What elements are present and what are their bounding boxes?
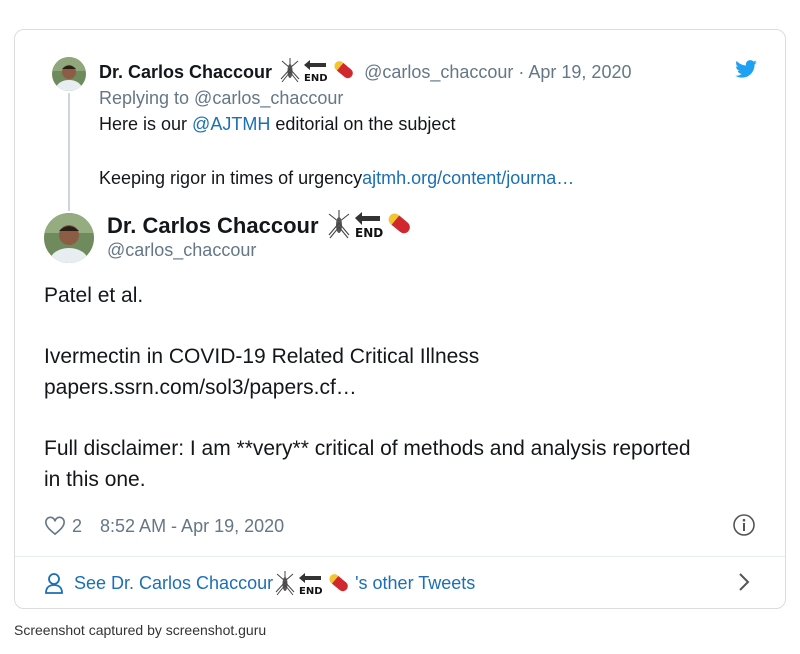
person-icon bbox=[45, 573, 63, 594]
thread-connector-line bbox=[68, 93, 70, 211]
parent-author-name[interactable]: Dr. Carlos Chaccour bbox=[99, 62, 272, 83]
chevron-right-icon[interactable] bbox=[735, 571, 753, 593]
screenshot-caption: Screenshot captured by screenshot.guru bbox=[14, 622, 267, 638]
author-emoji-group: END bbox=[325, 209, 417, 244]
main-name-row: Dr. Carlos Chaccour END bbox=[107, 209, 417, 244]
svg-text:END: END bbox=[355, 226, 383, 239]
parent-text-line1: Here is our @AJTMH editorial on the subj… bbox=[99, 114, 455, 135]
tweet-text-line5: in this one. bbox=[44, 468, 146, 491]
twitter-bird-icon[interactable] bbox=[735, 60, 757, 78]
tweet-text-line2: Ivermectin in COVID-19 Related Critical … bbox=[44, 345, 480, 368]
replying-to-label[interactable]: Replying to @carlos_chaccour bbox=[99, 88, 343, 109]
pill-icon bbox=[329, 574, 348, 592]
mosquito-icon bbox=[275, 571, 295, 596]
end-arrow-icon: END bbox=[354, 211, 383, 240]
svg-text:END: END bbox=[299, 586, 323, 596]
parent-author-avatar[interactable] bbox=[52, 57, 86, 91]
main-author-handle[interactable]: @carlos_chaccour bbox=[107, 240, 256, 261]
ajtmh-article-link[interactable]: ajtmh.org/content/journa… bbox=[362, 168, 574, 188]
see-other-suffix: 's other Tweets bbox=[355, 572, 476, 593]
tweet-timestamp[interactable]: 8:52 AM - Apr 19, 2020 bbox=[100, 516, 284, 537]
parent-text-suffix: editorial on the subject bbox=[270, 114, 456, 134]
tweet-text-line4: Full disclaimer: I am **very** critical … bbox=[44, 437, 691, 460]
parent-header: Dr. Carlos Chaccour END @carlos_chaccour… bbox=[99, 57, 631, 84]
main-author-avatar[interactable] bbox=[44, 213, 94, 263]
info-icon[interactable] bbox=[732, 513, 756, 537]
author-emoji-group: END bbox=[278, 57, 360, 88]
embedded-tweet-card: Dr. Carlos Chaccour END @carlos_chaccour… bbox=[14, 29, 786, 609]
main-author-name[interactable]: Dr. Carlos Chaccour bbox=[107, 213, 319, 239]
end-arrow-icon: END bbox=[304, 59, 328, 84]
ssrn-paper-link[interactable]: papers.ssrn.com/sol3/papers.cf… bbox=[44, 376, 357, 400]
ajtmh-mention-link[interactable]: @AJTMH bbox=[192, 114, 270, 134]
see-other-prefix: See Dr. Carlos Chaccour bbox=[74, 572, 274, 593]
tweet-text-line1: Patel et al. bbox=[44, 284, 144, 307]
mosquito-icon bbox=[328, 209, 349, 238]
tweet-footer: 2 8:52 AM - Apr 19, 2020 bbox=[44, 513, 284, 539]
svg-text:END: END bbox=[304, 73, 328, 83]
pill-icon bbox=[334, 60, 353, 78]
card-divider bbox=[15, 556, 785, 557]
end-arrow-icon: END bbox=[299, 573, 323, 596]
mosquito-icon bbox=[280, 57, 300, 82]
like-count[interactable]: 2 bbox=[72, 516, 82, 537]
parent-text-prefix: Here is our bbox=[99, 114, 193, 134]
parent-article-title: Keeping rigor in times of urgency bbox=[99, 168, 363, 188]
see-other-tweets-link[interactable]: See Dr. Carlos Chaccour END 's other Twe… bbox=[44, 570, 475, 596]
parent-text-line2: Keeping rigor in times of urgencyajtmh.o… bbox=[99, 168, 574, 189]
heart-icon[interactable] bbox=[44, 516, 66, 536]
pill-icon bbox=[388, 213, 410, 233]
see-other-tweets-text[interactable]: See Dr. Carlos Chaccour END 's other Twe… bbox=[74, 570, 475, 596]
author-emoji-group: END bbox=[275, 571, 348, 596]
parent-handle-date[interactable]: @carlos_chaccour · Apr 19, 2020 bbox=[364, 62, 631, 83]
